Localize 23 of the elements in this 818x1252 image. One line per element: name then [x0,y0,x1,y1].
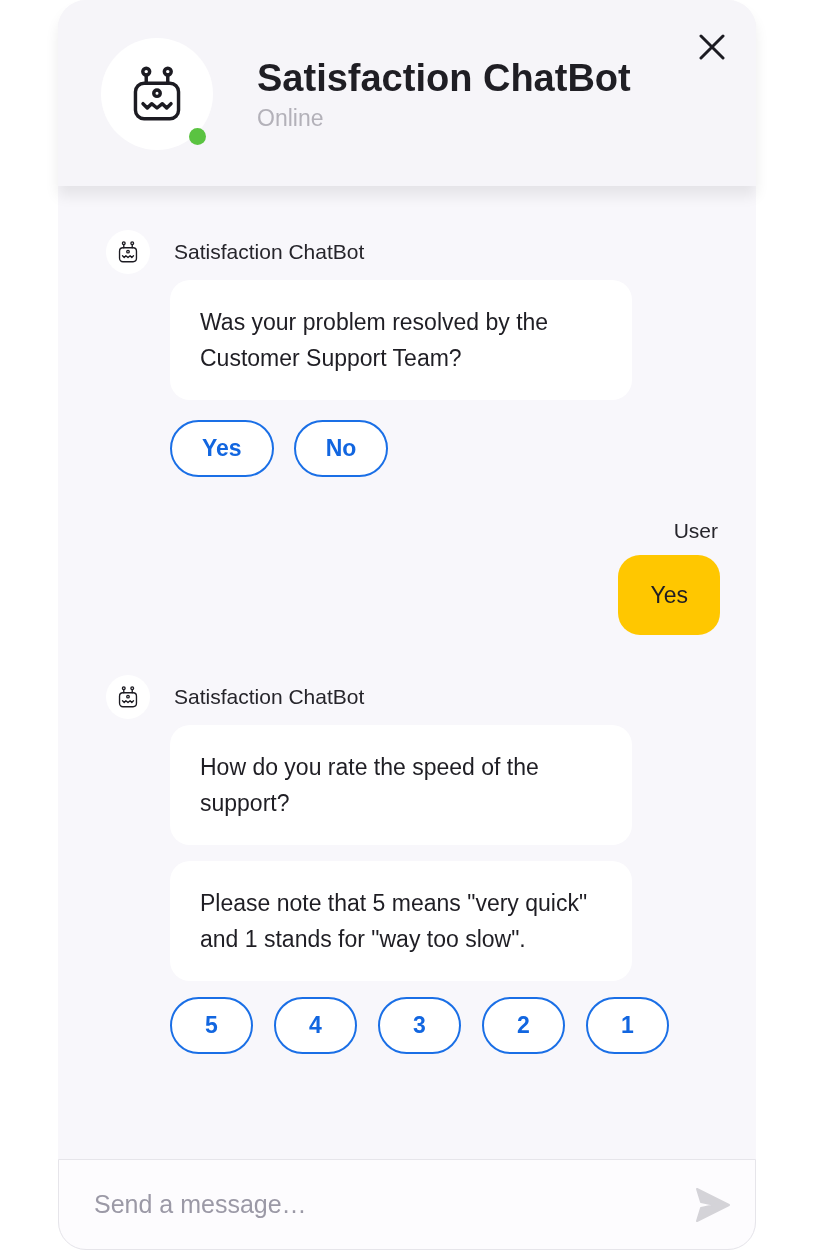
robot-icon [117,241,139,263]
message-bubble: Please note that 5 means "very quick" and 1 stands for "way too slow". [170,861,632,981]
close-button[interactable] [699,34,725,60]
message-bubble: How do you rate the speed of the support? [170,725,632,845]
message-bubble: Was your problem resolved by the Customer Support Team? [170,280,632,400]
robot-icon [117,686,139,708]
reply-option-button[interactable]: 4 [274,997,357,1054]
message-input[interactable]: Send a message… [94,1185,695,1224]
user-message-bubble: Yes [618,555,720,635]
reply-option-button[interactable]: 2 [482,997,565,1054]
reply-option-button[interactable]: Yes [170,420,274,477]
reply-option-button[interactable]: 3 [378,997,461,1054]
reply-option-button[interactable]: No [293,420,389,477]
sender-name: User [673,518,718,544]
send-icon [695,1186,731,1223]
sender-name: Satisfaction ChatBot [174,239,365,265]
sender-name: Satisfaction ChatBot [174,684,365,710]
message-composer[interactable]: Send a message… [58,1159,756,1250]
close-icon [699,34,725,60]
reply-option-button[interactable]: 5 [170,997,253,1054]
status-text: Online [257,104,325,133]
reply-option-button[interactable]: 1 [586,997,669,1054]
chat-title: Satisfaction ChatBot [257,56,631,101]
